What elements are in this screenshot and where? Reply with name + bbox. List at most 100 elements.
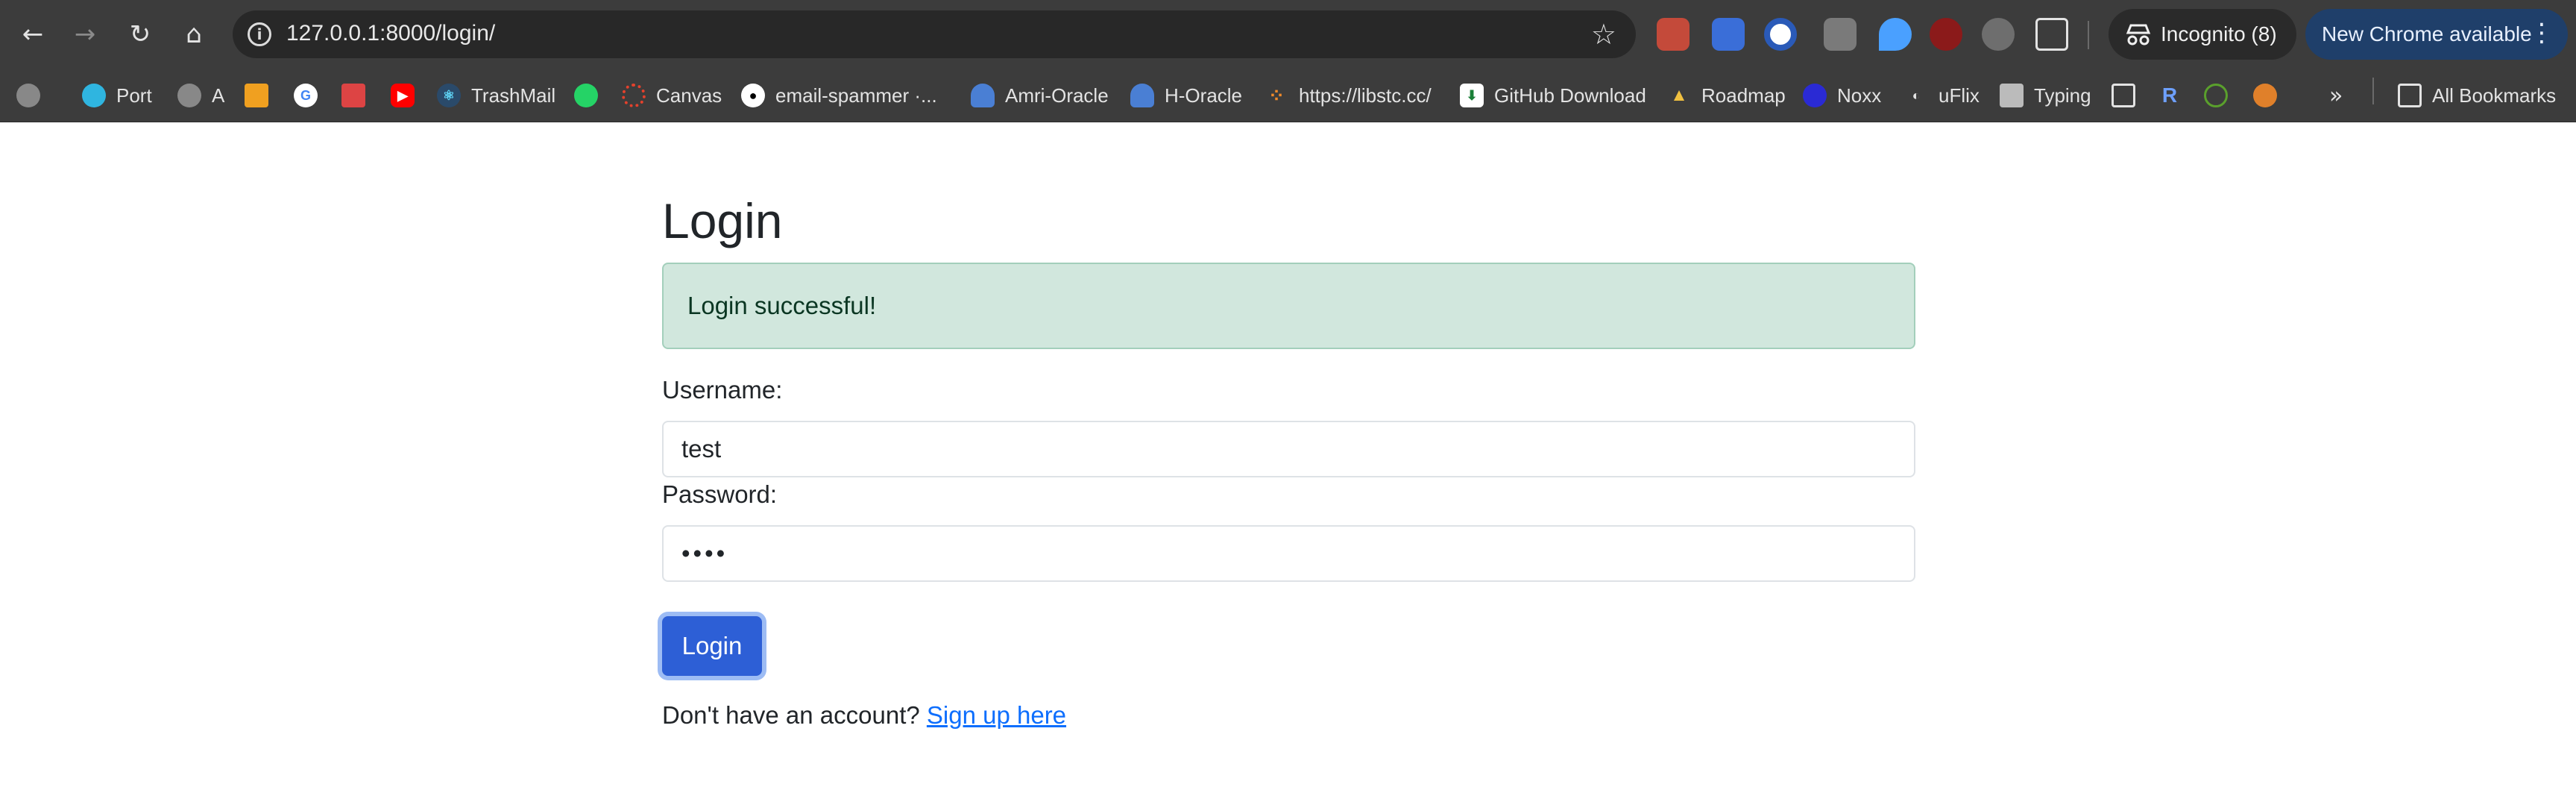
- bookmark-item[interactable]: [2204, 75, 2228, 116]
- success-alert: Login successful!: [662, 263, 1915, 349]
- browser-toolbar: ← → ↻ ⌂ i 127.0.0.1:8000/login/ ☆ Incogn…: [0, 0, 2576, 69]
- password-field[interactable]: ••••: [662, 525, 1915, 582]
- username-value: test: [681, 435, 722, 463]
- bookmark-item[interactable]: ▲ Roadmap: [1667, 75, 1786, 116]
- bookmark-item[interactable]: [2253, 75, 2277, 116]
- bookmark-item[interactable]: [2111, 75, 2135, 116]
- all-bookmarks-button[interactable]: All Bookmarks: [2398, 75, 2556, 116]
- google-icon: G: [294, 84, 318, 107]
- uflix-icon: ◐: [1912, 87, 1921, 103]
- new-chrome-button[interactable]: New Chrome available ⋮: [2305, 9, 2568, 60]
- page-title: Login: [662, 193, 783, 248]
- extension-eye-icon[interactable]: [1764, 18, 1797, 51]
- incognito-badge[interactable]: Incognito (8): [2109, 9, 2296, 60]
- bookmark-item[interactable]: Port: [82, 75, 152, 116]
- reload-icon[interactable]: ↻: [119, 13, 161, 55]
- alert-message: Login successful!: [687, 292, 877, 319]
- bookmark-item[interactable]: [245, 75, 279, 116]
- password-value: ••••: [681, 539, 728, 567]
- toolbar-divider: [2088, 21, 2089, 49]
- bookmark-label: https://libstc.cc/: [1299, 84, 1432, 107]
- cloud-icon: [1130, 84, 1154, 107]
- react-icon: ⚛: [437, 84, 461, 107]
- bookmark-item[interactable]: Typing: [2000, 75, 2091, 116]
- folder-icon: [2398, 84, 2422, 107]
- more-bookmarks-chevron-icon[interactable]: »: [2329, 75, 2343, 116]
- home-icon[interactable]: ⌂: [173, 13, 215, 55]
- cloud-icon: [971, 84, 995, 107]
- login-button[interactable]: Login: [662, 616, 762, 676]
- incognito-label: Incognito (8): [2161, 22, 2277, 46]
- port-icon: [82, 84, 106, 107]
- bookmark-label: Roadmap: [1701, 84, 1786, 107]
- crossed-circle-icon: [2253, 84, 2277, 107]
- bookmark-item[interactable]: ⁘ https://libstc.cc/: [1265, 75, 1432, 116]
- bookmark-item[interactable]: ◐ uFlix: [1904, 75, 1980, 116]
- bookmark-item[interactable]: R: [2158, 75, 2182, 116]
- bookmark-item[interactable]: H-Oracle: [1130, 75, 1242, 116]
- site-info-icon[interactable]: i: [248, 22, 271, 46]
- noxx-icon: [1803, 84, 1827, 107]
- incognito-icon: [2126, 24, 2151, 46]
- download-icon: ⬇: [1460, 84, 1484, 107]
- rocket-icon: ▲: [1670, 85, 1688, 105]
- ublock-icon[interactable]: [1930, 18, 1962, 51]
- signup-prompt-text: Don't have an account?: [662, 701, 920, 729]
- bookmark-label: H-Oracle: [1165, 84, 1243, 107]
- signup-link[interactable]: Sign up here: [927, 701, 1066, 729]
- extension-santa-icon[interactable]: [1657, 18, 1689, 51]
- terminal-icon: [2111, 84, 2135, 107]
- forward-arrow-icon[interactable]: →: [64, 13, 106, 55]
- bookmark-item[interactable]: ▶: [391, 75, 425, 116]
- bookmark-item[interactable]: Noxx: [1803, 75, 1881, 116]
- all-bookmarks-label: All Bookmarks: [2432, 84, 2557, 107]
- bookmark-item[interactable]: Amri-Oracle: [971, 75, 1109, 116]
- bookmark-label: Port: [116, 84, 152, 107]
- bookmark-star-icon[interactable]: ☆: [1591, 18, 1616, 51]
- bookmark-label: uFlix: [1939, 84, 1980, 107]
- bookmark-label: email-spammer ·...: [775, 84, 937, 107]
- password-label: Password:: [662, 480, 778, 508]
- extensions-puzzle-icon[interactable]: [2035, 18, 2068, 51]
- globe-icon: [16, 84, 40, 107]
- bookmark-item[interactable]: G: [294, 75, 328, 116]
- extension-diamond-icon[interactable]: [1879, 18, 1912, 51]
- network-icon: ⁘: [1268, 84, 1285, 107]
- username-field[interactable]: test: [662, 421, 1915, 477]
- canvas-icon: [622, 84, 646, 107]
- url-text[interactable]: 127.0.0.1:8000/login/: [286, 21, 495, 46]
- new-chrome-label: New Chrome available: [2322, 22, 2532, 46]
- bookmark-item[interactable]: ⬇ GitHub Download: [1460, 75, 1646, 116]
- bookmark-item[interactable]: Canvas: [622, 75, 722, 116]
- photos-icon: [341, 84, 365, 107]
- bookmark-label: Typing: [2034, 84, 2091, 107]
- typewriter-icon: [2000, 84, 2024, 107]
- bookmark-label: Amri-Oracle: [1005, 84, 1109, 107]
- github-icon: ●: [741, 84, 765, 107]
- bookmark-item[interactable]: [574, 75, 608, 116]
- extension-puzzle-help-icon[interactable]: [1824, 18, 1857, 51]
- bookmark-label: A: [212, 84, 225, 107]
- menu-dots-icon[interactable]: ⋮: [2529, 18, 2554, 48]
- signup-prompt: Don't have an account? Sign up here: [662, 701, 1066, 730]
- youtube-icon: ▶: [391, 84, 415, 107]
- r-language-icon: R: [2161, 84, 2178, 107]
- whatsapp-icon: [574, 84, 598, 107]
- arrow-square-icon: [245, 84, 268, 107]
- address-bar[interactable]: i 127.0.0.1:8000/login/ ☆: [233, 10, 1636, 58]
- bookmark-globe-icon[interactable]: [16, 75, 40, 116]
- globe-icon: [177, 84, 201, 107]
- bookmark-label: Noxx: [1837, 84, 1882, 107]
- bookmark-label: TrashMail: [471, 84, 556, 107]
- bookmark-item[interactable]: [341, 75, 376, 116]
- bookmark-item[interactable]: ● email-spammer ·...: [741, 75, 937, 116]
- bookmark-item[interactable]: A: [177, 75, 224, 116]
- bookmark-label: Canvas: [656, 84, 722, 107]
- bookmark-item[interactable]: ⚛ TrashMail: [437, 75, 555, 116]
- extension-circle-icon[interactable]: [1982, 18, 2015, 51]
- leaf-icon: [2204, 84, 2228, 107]
- bookmarks-divider: [2372, 78, 2374, 104]
- username-label: Username:: [662, 376, 783, 404]
- back-arrow-icon[interactable]: ←: [12, 13, 54, 55]
- extension-save-icon[interactable]: [1712, 18, 1745, 51]
